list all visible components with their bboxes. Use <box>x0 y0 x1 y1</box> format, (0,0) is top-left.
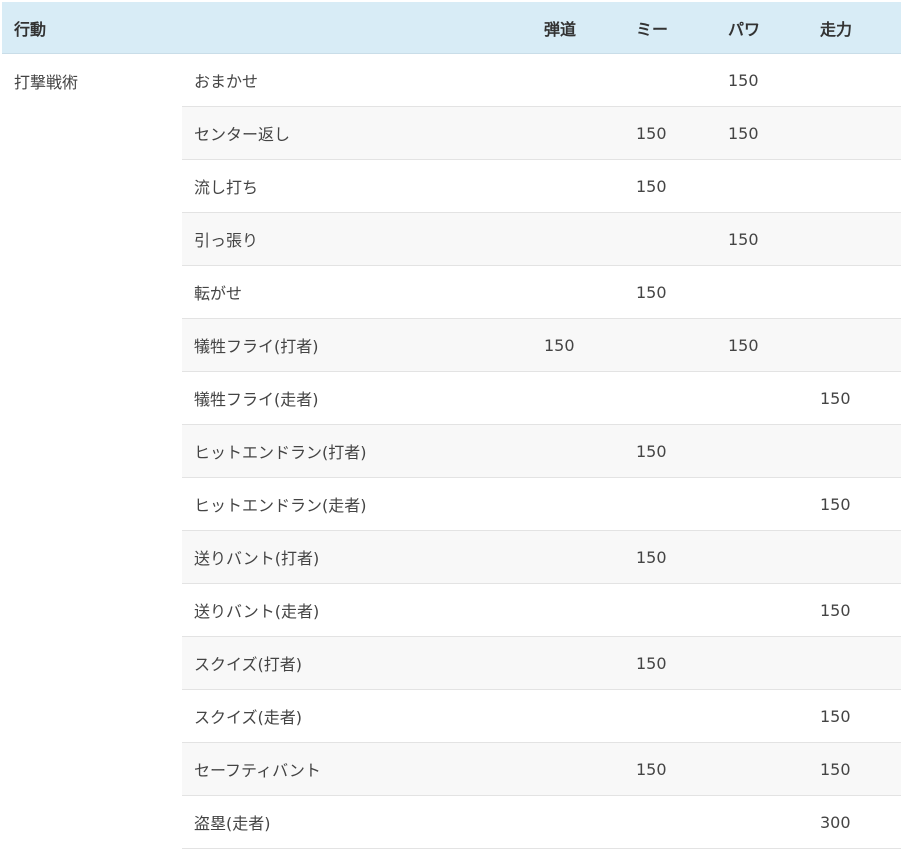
cell-meet <box>624 689 716 743</box>
stats-table: 行動 弾道 ミー パワ 走力 打撃戦術 おまかせ 150 センター返し 150 150 流し… <box>2 2 901 849</box>
cell-meet <box>624 371 716 425</box>
cell-meet: 150 <box>624 424 716 478</box>
row-action-name: おまかせ <box>182 53 532 107</box>
cell-trajectory <box>532 212 624 266</box>
cell-trajectory <box>532 477 624 531</box>
cell-meet: 150 <box>624 742 716 796</box>
row-action-name: ヒットエンドラン(走者) <box>182 477 532 531</box>
cell-trajectory <box>532 689 624 743</box>
cell-meet <box>624 53 716 107</box>
cell-power: 150 <box>716 212 808 266</box>
header-power: パワ <box>716 2 808 54</box>
row-action-name: 流し打ち <box>182 159 532 213</box>
row-action-name: ヒットエンドラン(打者) <box>182 424 532 478</box>
row-action-name: 送りバント(走者) <box>182 583 532 637</box>
cell-power <box>716 742 808 796</box>
cell-trajectory <box>532 159 624 213</box>
table-body: 打撃戦術 おまかせ 150 センター返し 150 150 流し打ち 150 引っ張り 150 転がせ… <box>2 53 901 849</box>
row-action-name: センター返し <box>182 106 532 160</box>
group-label: 打撃戦術 <box>2 53 182 849</box>
cell-trajectory <box>532 424 624 478</box>
cell-trajectory <box>532 106 624 160</box>
cell-speed <box>808 636 901 690</box>
cell-speed <box>808 318 901 372</box>
row-action-name: 転がせ <box>182 265 532 319</box>
cell-power <box>716 583 808 637</box>
cell-power: 150 <box>716 318 808 372</box>
cell-meet: 150 <box>624 530 716 584</box>
cell-speed <box>808 106 901 160</box>
cell-meet: 150 <box>624 106 716 160</box>
cell-speed <box>808 53 901 107</box>
row-action-name: スクイズ(打者) <box>182 636 532 690</box>
cell-power <box>716 689 808 743</box>
cell-meet: 150 <box>624 636 716 690</box>
cell-speed: 150 <box>808 689 901 743</box>
cell-speed <box>808 265 901 319</box>
cell-power <box>716 159 808 213</box>
cell-meet <box>624 318 716 372</box>
cell-power <box>716 371 808 425</box>
cell-speed <box>808 530 901 584</box>
cell-trajectory: 150 <box>532 318 624 372</box>
row-action-name: スクイズ(走者) <box>182 689 532 743</box>
cell-trajectory <box>532 742 624 796</box>
cell-speed: 300 <box>808 795 901 849</box>
cell-speed <box>808 212 901 266</box>
cell-meet <box>624 583 716 637</box>
row-action-name: 送りバント(打者) <box>182 530 532 584</box>
cell-meet <box>624 795 716 849</box>
cell-trajectory <box>532 636 624 690</box>
cell-power <box>716 424 808 478</box>
cell-power <box>716 636 808 690</box>
cell-meet <box>624 477 716 531</box>
cell-trajectory <box>532 583 624 637</box>
cell-trajectory <box>532 53 624 107</box>
cell-power <box>716 477 808 531</box>
cell-power <box>716 795 808 849</box>
cell-meet: 150 <box>624 265 716 319</box>
header-meet: ミー <box>624 2 716 54</box>
cell-meet <box>624 212 716 266</box>
row-action-name: 盗塁(走者) <box>182 795 532 849</box>
cell-speed: 150 <box>808 477 901 531</box>
header-row: 行動 弾道 ミー パワ 走力 <box>2 2 901 54</box>
header-detail <box>182 2 532 54</box>
header-trajectory: 弾道 <box>532 2 624 54</box>
cell-speed: 150 <box>808 583 901 637</box>
cell-power <box>716 530 808 584</box>
cell-speed <box>808 159 901 213</box>
cell-trajectory <box>532 371 624 425</box>
cell-trajectory <box>532 265 624 319</box>
row-action-name: 犠牲フライ(打者) <box>182 318 532 372</box>
cell-speed: 150 <box>808 742 901 796</box>
cell-power: 150 <box>716 53 808 107</box>
cell-speed: 150 <box>808 371 901 425</box>
table-header: 行動 弾道 ミー パワ 走力 <box>2 2 901 54</box>
cell-trajectory <box>532 530 624 584</box>
table-row: 打撃戦術 おまかせ 150 <box>2 53 901 849</box>
cell-power <box>716 265 808 319</box>
cell-power: 150 <box>716 106 808 160</box>
cell-meet: 150 <box>624 159 716 213</box>
header-action: 行動 <box>2 2 182 54</box>
cell-trajectory <box>532 795 624 849</box>
row-action-name: 引っ張り <box>182 212 532 266</box>
row-action-name: セーフティバント <box>182 742 532 796</box>
cell-speed <box>808 424 901 478</box>
header-speed: 走力 <box>808 2 901 54</box>
row-action-name: 犠牲フライ(走者) <box>182 371 532 425</box>
